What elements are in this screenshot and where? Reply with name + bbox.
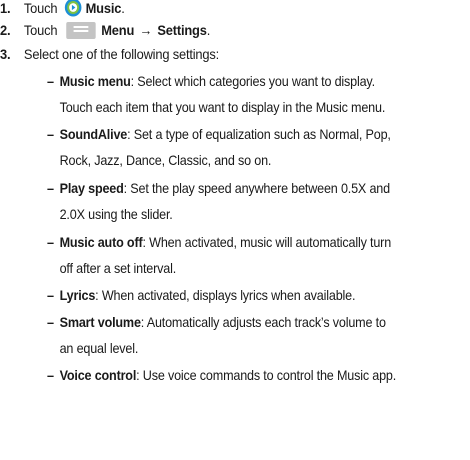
setting-description-cont: an equal level.	[59, 339, 139, 356]
setting-description-cont: Touch each item that you want to display…	[59, 98, 386, 115]
setting-description: : Set a type of equalization such as Nor…	[127, 126, 391, 142]
dash-icon: –	[47, 287, 54, 303]
setting-description: : When activated, music will automatical…	[142, 234, 392, 250]
step-text: Select one of the following settings:	[23, 46, 220, 62]
dash-icon: –	[47, 367, 54, 383]
step-2: 2. Touch Menu → Settings.	[0, 21, 210, 39]
setting-name: Play speed	[59, 180, 124, 196]
dash-icon: –	[47, 180, 54, 196]
settings-label: Settings	[157, 22, 207, 38]
dash-icon: –	[47, 126, 54, 142]
setting-name: Smart volume	[59, 314, 141, 330]
instruction-page: 1. Touch Music. 2. Touch Menu → Settings. …	[0, 0, 470, 460]
setting-play-speed: – Play speed: Set the play speed anywhere…	[47, 176, 467, 227]
music-app-icon	[64, 0, 82, 17]
menu-label: Menu	[101, 22, 135, 38]
setting-description: : When activated, displays lyrics when a…	[95, 287, 356, 303]
setting-description: : Select which categories you want to di…	[130, 73, 376, 89]
dash-icon: –	[47, 234, 54, 250]
setting-name: Lyrics	[59, 287, 96, 303]
setting-description: : Set the play speed anywhere between 0.…	[123, 180, 390, 196]
setting-soundalive: – SoundAlive: Set a type of equalization …	[47, 122, 467, 173]
dash-icon: –	[47, 314, 54, 330]
setting-description: : Automatically adjusts each track’s vol…	[140, 314, 386, 330]
step-number: 2.	[0, 22, 11, 38]
setting-description-cont: 2.0X using the slider.	[59, 205, 173, 222]
setting-music-auto-off: – Music auto off: When activated, music w…	[47, 230, 467, 281]
setting-description-cont: off after a set interval.	[59, 259, 177, 276]
arrow-icon: →	[139, 22, 153, 38]
setting-description: : Use voice commands to control the Musi…	[136, 367, 397, 383]
step-text: Touch	[23, 22, 58, 38]
step-number: 3.	[0, 46, 11, 62]
setting-description-cont: Rock, Jazz, Dance, Classic, and so on.	[59, 151, 272, 168]
setting-name: Voice control	[59, 367, 137, 383]
setting-music-menu: – Music menu: Select which categories you…	[47, 69, 467, 120]
setting-name: SoundAlive	[59, 126, 128, 142]
setting-name: Music auto off	[59, 234, 143, 250]
setting-name: Music menu	[59, 73, 131, 89]
step-suffix: .	[121, 0, 125, 16]
step-suffix: .	[206, 22, 211, 38]
step-3: 3. Select one of the following settings:	[0, 45, 219, 63]
step-1: 1. Touch Music.	[0, 0, 125, 17]
step-text: Touch	[23, 0, 58, 16]
setting-lyrics: – Lyrics: When activated, displays lyrics…	[47, 283, 467, 309]
dash-icon: –	[47, 73, 54, 89]
setting-voice-control: – Voice control: Use voice commands to co…	[47, 363, 467, 389]
menu-key-icon	[66, 22, 96, 39]
music-label: Music	[85, 0, 122, 16]
setting-smart-volume: – Smart volume: Automatically adjusts eac…	[47, 310, 467, 361]
step-number: 1.	[0, 0, 11, 16]
